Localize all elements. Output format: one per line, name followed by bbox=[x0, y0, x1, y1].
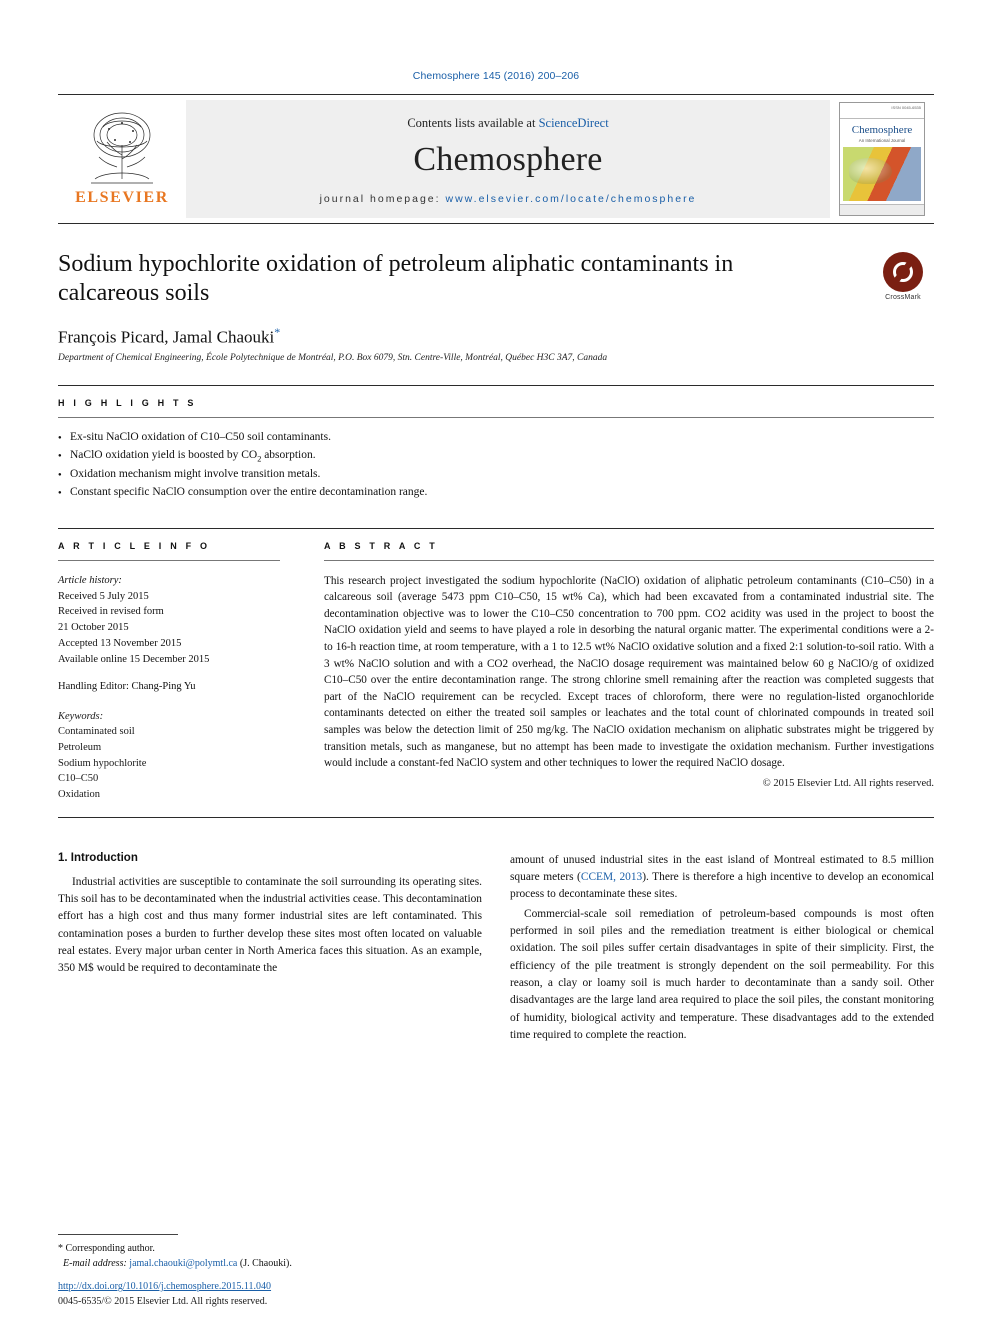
doi-block: http://dx.doi.org/10.1016/j.chemosphere.… bbox=[58, 1279, 558, 1309]
citation-link[interactable]: CCEM, 2013 bbox=[581, 871, 642, 883]
abstract-rule bbox=[324, 559, 934, 561]
footnote-rule bbox=[58, 1234, 178, 1235]
authors-names: François Picard, Jamal Chaouki bbox=[58, 327, 275, 347]
article-history-label: Article history: bbox=[58, 574, 122, 586]
crossmark-icon bbox=[883, 252, 923, 292]
page-title: Sodium hypochlorite oxidation of petrole… bbox=[58, 251, 734, 307]
journal-reference: Chemosphere 145 (2016) 200–206 bbox=[412, 70, 580, 82]
affiliation: Department of Chemical Engineering, Écol… bbox=[58, 353, 608, 364]
history-line: 21 October 2015 bbox=[58, 622, 129, 633]
article-page: Chemosphere 145 (2016) 200–206 ELSEVIER … bbox=[0, 0, 992, 1323]
cover-title: Chemosphere bbox=[851, 124, 913, 136]
body-paragraph: amount of unused industrial sites in the… bbox=[510, 853, 935, 901]
article-info-heading: A R T I C L E I N F O bbox=[58, 540, 211, 551]
keyword-item: Petroleum bbox=[58, 741, 102, 753]
body-paragraph: Industrial activities are susceptible to… bbox=[58, 875, 482, 975]
history-line: Available online 15 December 2015 bbox=[58, 653, 210, 665]
keyword-item: C10–C50 bbox=[58, 773, 99, 785]
author-list: François Picard, Jamal Chaouki* bbox=[58, 325, 934, 348]
email-label: E-mail address: bbox=[63, 1257, 130, 1269]
elsevier-tree-icon bbox=[91, 112, 153, 184]
highlight-item: Ex-situ NaClO oxidation of C10–C50 soil … bbox=[58, 429, 934, 447]
history-line: Received 5 July 2015 bbox=[58, 590, 149, 602]
journal-masthead: ELSEVIER Contents lists available at Sci… bbox=[58, 94, 934, 224]
article-info-rule bbox=[58, 559, 280, 561]
elsevier-wordmark: ELSEVIER bbox=[75, 189, 169, 206]
contents-available-line: Contents lists available at ScienceDirec… bbox=[407, 116, 608, 131]
highlights-rule bbox=[58, 417, 934, 419]
abstract-heading: A B S T R A C T bbox=[324, 540, 438, 551]
keyword-item: Contaminated soil bbox=[58, 726, 135, 737]
abstract-text: This research project investigated the s… bbox=[324, 574, 934, 770]
email-note: E-mail address: jamal.chaouki@polymtl.ca… bbox=[58, 1257, 482, 1272]
cover-artwork bbox=[843, 147, 921, 201]
highlight-item: NaClO oxidation yield is boosted by CO2 … bbox=[58, 447, 934, 466]
abstract-bottom-rule bbox=[58, 816, 934, 818]
journal-homepage-line: journal homepage: www.elsevier.com/locat… bbox=[320, 193, 697, 205]
sciencedirect-link[interactable]: ScienceDirect bbox=[539, 116, 609, 130]
body-columns: 1. Introduction Industrial activities ar… bbox=[58, 852, 934, 1047]
homepage-prefix: journal homepage: bbox=[319, 192, 446, 205]
highlights-list: Ex-situ NaClO oxidation of C10–C50 soil … bbox=[58, 429, 934, 502]
email-suffix: (J. Chaouki). bbox=[237, 1257, 292, 1269]
keyword-item: Sodium hypochlorite bbox=[58, 757, 147, 769]
journal-cover-thumbnail: ISSN 0045-6535 Chemosphere An Internatio… bbox=[839, 102, 925, 216]
crossmark-badge[interactable]: CrossMark bbox=[872, 252, 934, 301]
crossmark-label: CrossMark bbox=[885, 294, 921, 301]
journal-title: Chemosphere bbox=[413, 140, 603, 178]
section-heading-introduction: 1. Introduction bbox=[58, 851, 138, 864]
body-column-right: amount of unused industrial sites in the… bbox=[510, 852, 934, 1047]
email-link[interactable]: jamal.chaouki@polymtl.ca bbox=[129, 1258, 237, 1269]
title-block: Sodium hypochlorite oxidation of petrole… bbox=[58, 250, 934, 363]
contents-prefix: Contents lists available at bbox=[407, 115, 539, 130]
article-history: Article history: Received 5 July 2015 Re… bbox=[58, 573, 280, 668]
journal-cover-cell: ISSN 0045-6535 Chemosphere An Internatio… bbox=[830, 95, 934, 223]
issn-copyright-line: 0045-6535/© 2015 Elsevier Ltd. All right… bbox=[58, 1296, 268, 1307]
highlight-item: Constant specific NaClO consumption over… bbox=[58, 484, 934, 502]
body-column-left: 1. Introduction Industrial activities ar… bbox=[58, 852, 482, 1047]
info-abstract-row: A R T I C L E I N F O Article history: R… bbox=[58, 527, 934, 803]
abstract-column: A B S T R A C T This research project in… bbox=[302, 529, 934, 803]
corresponding-author-marker: * bbox=[274, 324, 281, 339]
doi-link[interactable]: http://dx.doi.org/10.1016/j.chemosphere.… bbox=[58, 1279, 558, 1294]
highlight-item: Oxidation mechanism might involve transi… bbox=[58, 466, 934, 484]
cover-subtitle: An International Journal bbox=[858, 138, 906, 143]
cover-corner-note: ISSN 0045-6535 bbox=[840, 103, 924, 119]
homepage-url-link[interactable]: www.elsevier.com/locate/chemosphere bbox=[445, 193, 696, 205]
keywords-list: Contaminated soil Petroleum Sodium hypoc… bbox=[58, 724, 280, 803]
masthead-center: Contents lists available at ScienceDirec… bbox=[186, 100, 830, 218]
highlights-heading: H I G H L I G H T S bbox=[58, 398, 197, 409]
body-paragraph: Commercial-scale soil remediation of pet… bbox=[510, 907, 934, 1042]
abstract-copyright: © 2015 Elsevier Ltd. All rights reserved… bbox=[762, 777, 934, 789]
article-info-column: A R T I C L E I N F O Article history: R… bbox=[58, 529, 302, 803]
handling-editor: Handling Editor: Chang-Ping Yu bbox=[58, 681, 196, 693]
keyword-item: Oxidation bbox=[58, 789, 100, 800]
elsevier-logo: ELSEVIER bbox=[58, 95, 186, 223]
highlights-top-rule bbox=[58, 385, 934, 387]
footnote-block: * Corresponding author. E-mail address: … bbox=[58, 1234, 482, 1271]
history-line: Received in revised form bbox=[58, 606, 164, 618]
history-line: Accepted 13 November 2015 bbox=[58, 637, 182, 649]
keywords-label: Keywords: bbox=[58, 711, 104, 722]
corresponding-author-note: * Corresponding author. bbox=[58, 1243, 155, 1254]
cover-footer-band bbox=[840, 204, 924, 215]
